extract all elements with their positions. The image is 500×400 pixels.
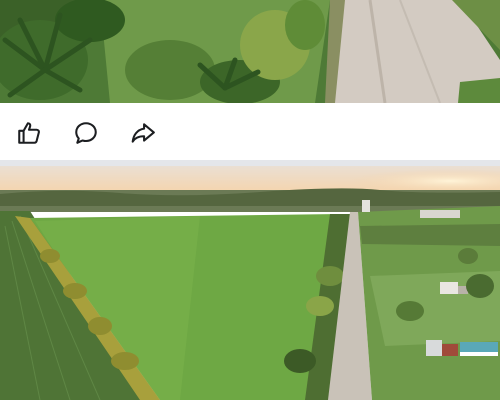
thumbs-up-icon	[18, 122, 40, 144]
like-button[interactable]	[14, 118, 44, 148]
share-icon	[131, 123, 155, 143]
comment-button[interactable]	[71, 118, 101, 148]
aerial-field-sunset-photo	[0, 166, 500, 400]
post-action-bar	[0, 103, 500, 163]
post-photo-bottom[interactable]	[0, 166, 500, 400]
post-photo-top[interactable]	[0, 0, 500, 103]
comment-icon	[75, 122, 97, 144]
aerial-road-vegetation-photo	[0, 0, 500, 103]
share-button[interactable]	[128, 118, 158, 148]
